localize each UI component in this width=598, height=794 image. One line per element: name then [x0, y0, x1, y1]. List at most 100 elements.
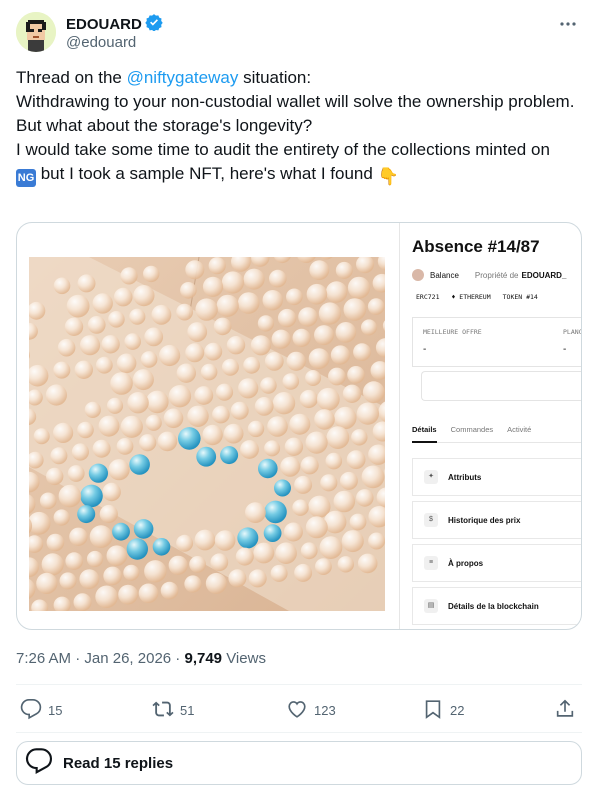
blue-sphere: [196, 446, 217, 467]
pearl-sphere: [77, 274, 96, 293]
like-button[interactable]: 123: [286, 698, 336, 723]
pearl-sphere: [262, 290, 283, 311]
pearl-sphere: [108, 459, 130, 481]
pearl-sphere: [316, 387, 340, 411]
name-row: EDOUARD: [66, 13, 163, 36]
list-item-label: Historique des prix: [448, 515, 521, 525]
pearl-sphere: [284, 437, 304, 456]
blue-sphere: [133, 519, 154, 539]
views-count: 9,749: [184, 650, 223, 667]
pearl-sphere: [221, 358, 239, 376]
pearl-sphere: [168, 555, 188, 575]
pearl-sphere: [240, 440, 259, 459]
bookmark-button[interactable]: 22: [422, 698, 464, 723]
pearl-sphere: [367, 298, 385, 315]
pearl-sphere: [79, 335, 101, 356]
pearl-sphere: [361, 319, 377, 336]
ng-emoji-icon: NG: [16, 169, 36, 187]
share-button[interactable]: [554, 698, 576, 723]
pearl-sphere: [84, 401, 101, 418]
action-box: [421, 371, 581, 401]
repost-button[interactable]: 51: [152, 698, 194, 723]
pearl-sphere: [353, 343, 371, 361]
pearl-sphere: [230, 401, 249, 420]
blue-sphere: [77, 505, 96, 524]
mention-link[interactable]: @niftygateway: [127, 68, 239, 87]
pearl-sphere: [64, 317, 84, 336]
pearl-sphere: [176, 363, 196, 383]
author-name[interactable]: EDOUARD: [66, 16, 142, 33]
list-item-blockchain: ▤ Détails de la blockchain: [412, 587, 581, 625]
blue-sphere: [178, 427, 201, 450]
pearl-sphere: [286, 288, 303, 306]
pearl-sphere: [243, 356, 260, 374]
pearl-sphere: [368, 532, 385, 550]
tweet-date[interactable]: Jan 26, 2026: [84, 650, 171, 667]
pearl-sphere: [113, 287, 133, 307]
pearl-sphere: [39, 492, 57, 510]
tweet-header: EDOUARD @edouard: [16, 12, 582, 56]
pearl-sphere: [160, 581, 179, 600]
pearl-sphere: [306, 283, 328, 305]
pearl-sphere: [95, 585, 118, 609]
pearl-sphere: [33, 428, 50, 445]
pearl-sphere: [139, 434, 157, 452]
pearl-sphere: [216, 294, 239, 317]
tab-details: Détails: [412, 423, 437, 443]
blue-sphere: [237, 527, 259, 549]
pearl-sphere: [361, 465, 385, 489]
pearl-sphere: [89, 525, 113, 548]
floor-label: PLANC: [563, 328, 582, 336]
pearl-sphere: [106, 545, 128, 566]
reply-button[interactable]: 15: [20, 698, 62, 723]
pearl-sphere: [144, 560, 167, 583]
pearl-sphere: [180, 282, 197, 299]
pearl-sphere: [254, 397, 274, 416]
pearl-sphere: [65, 552, 83, 570]
blue-sphere: [258, 458, 278, 479]
pearl-sphere: [326, 426, 350, 449]
pearl-sphere: [187, 405, 209, 427]
tweet-time[interactable]: 7:26 AM: [16, 650, 71, 667]
pearl-sphere: [339, 471, 358, 490]
pearl-sphere: [357, 553, 378, 574]
tweet-media-image[interactable]: Absence #14/87 Balance Propriété de EDOU…: [16, 222, 582, 630]
blue-sphere: [80, 484, 103, 508]
pearl-sphere: [221, 271, 244, 294]
pearl-sphere: [343, 298, 367, 321]
pearl-sphere: [330, 345, 350, 365]
lines-icon: ≡: [424, 556, 438, 570]
read-replies-label: Read 15 replies: [63, 754, 174, 772]
tab-orders: Commandes: [450, 425, 494, 434]
pearl-sphere: [250, 335, 271, 356]
pearl-sphere: [280, 456, 301, 477]
list-item-about: ≡ À propos: [412, 544, 581, 582]
divider: [16, 732, 582, 733]
read-replies-button[interactable]: Read 15 replies: [16, 741, 582, 785]
pearl-sphere: [264, 352, 284, 371]
pearl-sphere: [267, 416, 288, 437]
author-handle[interactable]: @edouard: [66, 34, 136, 51]
pearl-sphere: [238, 378, 259, 399]
panel-divider: [399, 223, 400, 629]
tweet-line-3: But what about the storage's longevity?: [16, 116, 313, 135]
pearl-sphere: [187, 322, 208, 342]
pearl-sphere: [46, 467, 64, 486]
more-options-icon[interactable]: [558, 14, 578, 34]
pearl-sphere: [185, 260, 205, 280]
pearl-sphere: [298, 307, 318, 327]
action-bar: 15 51 123 22: [16, 690, 582, 730]
avatar[interactable]: [16, 12, 56, 52]
bookmark-icon: [422, 698, 444, 723]
sparkle-icon: ✦: [424, 470, 438, 484]
pearl-sphere: [86, 550, 104, 568]
pearl-sphere: [41, 553, 64, 576]
tag-standard: ERC721: [416, 293, 440, 301]
pearl-sphere: [202, 276, 224, 297]
reply-count: 15: [48, 703, 63, 718]
pearl-sphere: [351, 429, 368, 446]
pearl-sphere: [305, 370, 322, 386]
offer-box: MEILLEURE OFFRE PLANC - -: [412, 317, 582, 367]
blue-sphere: [112, 522, 130, 541]
repost-count: 51: [180, 703, 195, 718]
